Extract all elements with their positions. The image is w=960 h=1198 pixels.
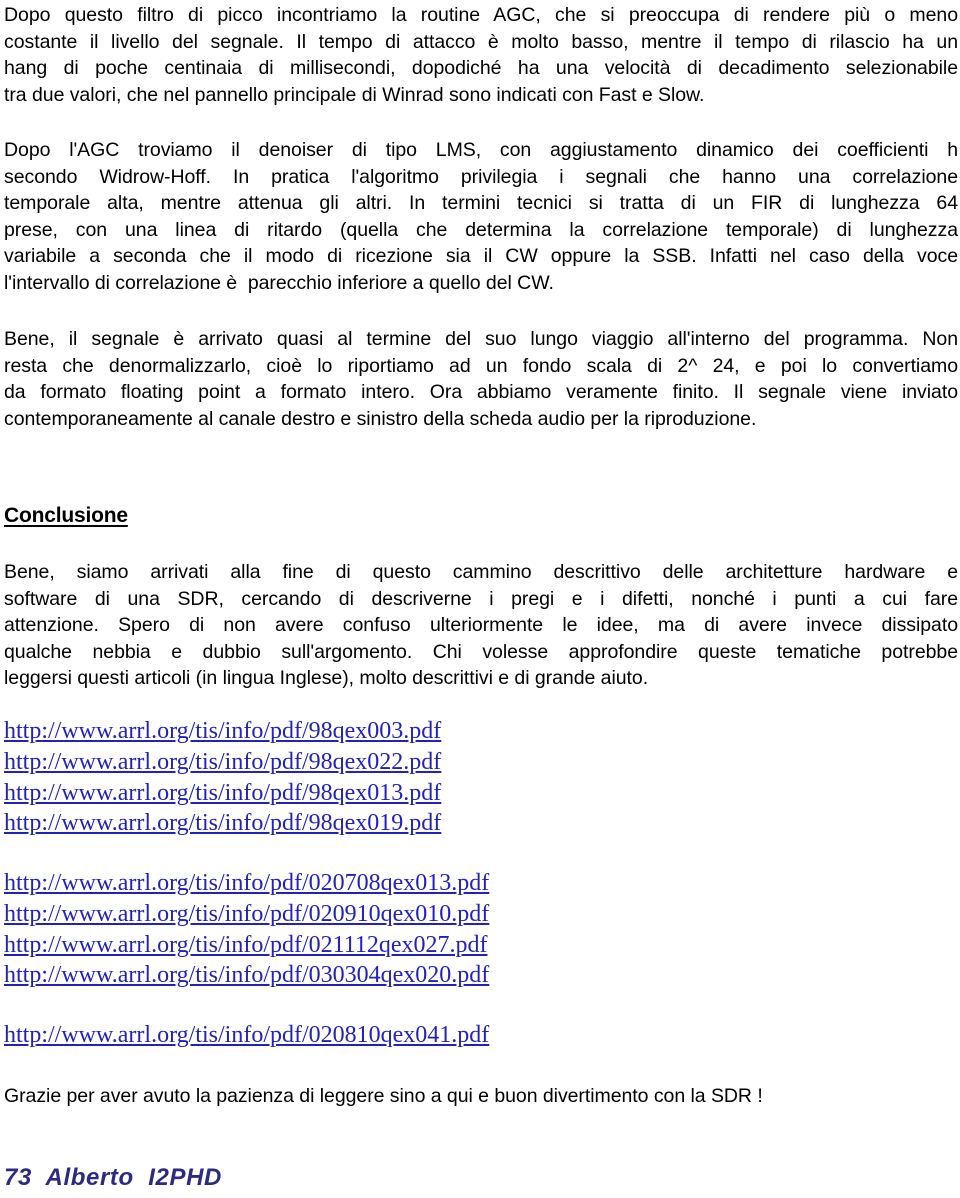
reference-link[interactable]: http://www.arrl.org/tis/info/pdf/98qex00… [4,716,441,747]
paragraph-line: variabile a seconda che il modo di ricez… [4,245,958,268]
paragraph-line: hang di poche centinaia di millisecondi,… [4,57,958,80]
reference-link[interactable]: http://www.arrl.org/tis/info/pdf/021112q… [4,930,488,961]
reference-link[interactable]: http://www.arrl.org/tis/info/pdf/98qex01… [4,808,441,839]
reference-link[interactable]: http://www.arrl.org/tis/info/pdf/98qex01… [4,778,441,809]
paragraph-line: software di una SDR, cercando di descriv… [4,587,958,610]
reference-link[interactable]: http://www.arrl.org/tis/info/pdf/020708q… [4,868,489,899]
paragraph-conclusione-body: Bene, siamo arrivati alla fine di questo… [4,559,958,692]
document-page: Dopo questo filtro di picco incontriamo … [0,0,960,1198]
reference-link[interactable]: http://www.arrl.org/tis/info/pdf/98qex02… [4,747,441,778]
reference-link[interactable]: http://www.arrl.org/tis/info/pdf/020910q… [4,899,489,930]
paragraph-line: Dopo l'AGC troviamo il denoiser di tipo … [4,139,958,161]
reference-link-group-1: http://www.arrl.org/tis/info/pdf/98qex00… [4,716,441,839]
paragraph-agc: Dopo questo filtro di picco incontriamo … [4,2,958,108]
paragraph-line: contemporaneamente al canale destro e si… [4,407,757,430]
paragraph-line: leggersi questi articoli (in lingua Ingl… [4,667,649,690]
paragraph-line: resta che denormalizzarlo, cioè lo ripor… [4,354,958,377]
reference-link[interactable]: http://www.arrl.org/tis/info/pdf/020810q… [4,1020,489,1051]
paragraph-thanks: Grazie per aver avuto la pazienza di leg… [4,1083,958,1110]
paragraph-line: temporale alta, mentre attenua gli altri… [4,192,958,215]
paragraph-line: costante il livello del segnale. Il temp… [4,30,958,53]
paragraph-line: qualche nebbia e dubbio sull'argomento. … [4,640,958,663]
paragraph-line: attenzione. Spero di non avere confuso u… [4,614,958,637]
paragraph-line: prese, con una linea di ritardo (quella … [4,218,958,241]
paragraph-line: Dopo questo filtro di picco incontriamo … [4,4,958,26]
paragraph-line: Bene, siamo arrivati alla fine di questo… [4,561,958,583]
paragraph-line: l'intervallo di correlazione è parecchio… [4,271,554,294]
paragraph-line: da formato floating point a formato inte… [4,381,958,404]
section-heading-conclusione: Conclusione [4,504,128,527]
paragraph-denormalizzazione: Bene, il segnale è arrivato quasi al ter… [4,326,958,432]
reference-link[interactable]: http://www.arrl.org/tis/info/pdf/030304q… [4,960,489,991]
paragraph-line: tra due valori, che nel pannello princip… [4,83,705,106]
paragraph-denoiser-lms: Dopo l'AGC troviamo il denoiser di tipo … [4,137,958,297]
paragraph-line: secondo Widrow-Hoff. In pratica l'algori… [4,165,958,188]
reference-link-group-2: http://www.arrl.org/tis/info/pdf/020708q… [4,868,489,991]
author-signature: 73 Alberto I2PHD [4,1164,222,1191]
paragraph-line: Grazie per aver avuto la pazienza di leg… [4,1085,763,1107]
paragraph-line: Bene, il segnale è arrivato quasi al ter… [4,328,958,350]
reference-link-group-3: http://www.arrl.org/tis/info/pdf/020810q… [4,1020,489,1051]
